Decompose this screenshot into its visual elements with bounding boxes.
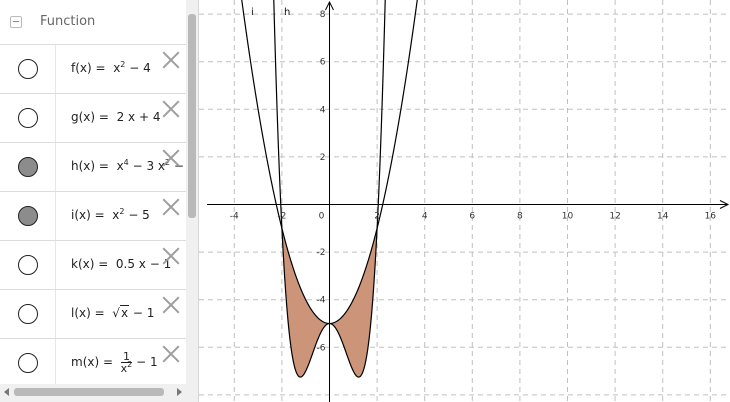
- delete-icon-f[interactable]: [160, 49, 182, 71]
- x-tick-label: 12: [609, 212, 620, 222]
- collapse-toggle-button[interactable]: [10, 16, 22, 28]
- delete-icon-m[interactable]: [160, 343, 182, 365]
- marble-cell: [0, 143, 56, 191]
- algebra-row-g[interactable]: g(x) = 2 x + 4: [0, 94, 186, 143]
- marble-cell: [0, 94, 56, 142]
- formula-m[interactable]: m(x) = 1 x2 − 1: [71, 351, 158, 374]
- y-tick-label: 6: [320, 58, 326, 68]
- marble-cell: [0, 290, 56, 338]
- algebra-row-m[interactable]: m(x) = 1 x2 − 1: [0, 339, 186, 387]
- visibility-toggle-m[interactable]: [18, 353, 38, 373]
- x-tick-label: -4: [230, 212, 239, 222]
- x-tick-label: 0: [319, 212, 325, 222]
- horizontal-scrollbar-thumb[interactable]: [14, 388, 164, 396]
- y-tick-label: -4: [317, 296, 326, 306]
- x-tick-label: 4: [422, 212, 428, 222]
- y-tick-label: 4: [320, 105, 326, 115]
- scroll-left-arrow-icon[interactable]: [4, 388, 9, 396]
- delete-icon-h[interactable]: [160, 147, 182, 169]
- group-title: Function: [40, 14, 96, 29]
- curve-label-h: h: [284, 7, 290, 18]
- x-tick-label: 2: [374, 212, 380, 222]
- formula-i[interactable]: i(x) = x2 − 5: [71, 208, 150, 223]
- marble-cell: [0, 339, 56, 387]
- x-tick-label: -2: [277, 212, 286, 222]
- visibility-toggle-h[interactable]: [18, 157, 38, 177]
- x-tick-label: 10: [562, 212, 574, 222]
- visibility-toggle-l[interactable]: [18, 304, 38, 324]
- x-tick-label: 8: [517, 212, 523, 222]
- visibility-toggle-k[interactable]: [18, 255, 38, 275]
- marble-cell: [0, 192, 56, 240]
- y-tick-label: -2: [317, 248, 326, 258]
- formula-g[interactable]: g(x) = 2 x + 4: [71, 110, 160, 124]
- algebra-row-k[interactable]: k(x) = 0.5 x − 1: [0, 241, 186, 290]
- visibility-toggle-g[interactable]: [18, 108, 38, 128]
- formula-f[interactable]: f(x) = x2 − 4: [71, 61, 151, 76]
- formula-l[interactable]: l(x) = √x − 1: [71, 305, 154, 320]
- x-tick-label: 14: [657, 212, 669, 222]
- x-tick-label: 16: [705, 212, 717, 222]
- vertical-scrollbar-thumb[interactable]: [188, 14, 196, 218]
- x-tick-label: 6: [469, 212, 475, 222]
- algebra-header: Function: [0, 0, 186, 45]
- algebra-row-f[interactable]: f(x) = x2 − 4: [0, 45, 186, 94]
- curve-label-i: i: [251, 7, 254, 18]
- algebra-row-h[interactable]: h(x) = x4 − 3 x2 − 5: [0, 143, 195, 192]
- grid-lines: [199, 0, 730, 402]
- marble-cell: [0, 241, 56, 289]
- y-tick-label: -6: [317, 343, 326, 353]
- algebra-panel: Function f(x) = x2 − 4 g(x) = 2 x + 4 h(…: [0, 0, 199, 402]
- formula-k[interactable]: k(x) = 0.5 x − 1: [71, 257, 171, 271]
- visibility-toggle-f[interactable]: [18, 59, 38, 79]
- visibility-toggle-i[interactable]: [18, 206, 38, 226]
- y-tick-label: 2: [320, 153, 326, 163]
- algebra-row-i[interactable]: i(x) = x2 − 5: [0, 192, 186, 241]
- scroll-right-arrow-icon[interactable]: [177, 388, 182, 396]
- delete-icon-k[interactable]: [160, 245, 182, 267]
- marble-cell: [0, 45, 56, 93]
- graphics-view[interactable]: -4 -2 0 2 4 6 8 10 12 14 16 2 4 6 8 -2 -4 -6 i h: [199, 0, 730, 402]
- delete-icon-i[interactable]: [160, 196, 182, 218]
- graph-canvas[interactable]: -4 -2 0 2 4 6 8 10 12 14 16 2 4 6 8 -2 -4 -6 i h: [199, 0, 730, 402]
- delete-icon-l[interactable]: [160, 294, 182, 316]
- algebra-row-l[interactable]: l(x) = √x − 1: [0, 290, 186, 339]
- delete-icon-g[interactable]: [160, 98, 182, 120]
- y-tick-label: 8: [320, 10, 326, 20]
